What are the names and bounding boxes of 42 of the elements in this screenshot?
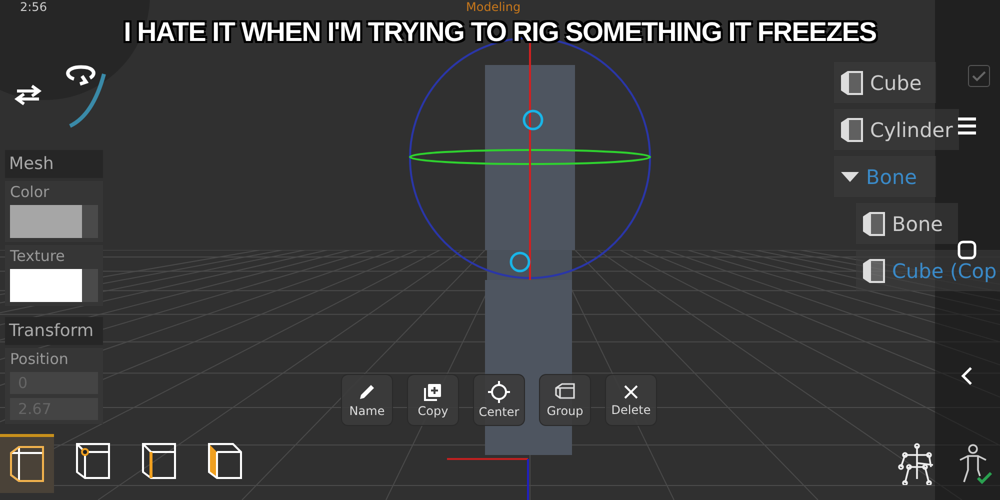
- cube-icon: [7, 445, 47, 485]
- joint-handle[interactable]: [522, 110, 544, 130]
- crosshair-icon: [488, 381, 510, 403]
- section-header: Mesh: [5, 150, 103, 178]
- cube-icon: [862, 258, 886, 284]
- section-header: Transform: [5, 317, 103, 345]
- action-button[interactable]: Center: [473, 374, 525, 426]
- cube-icon: [840, 116, 864, 142]
- box-icon: [554, 382, 576, 402]
- copy-icon: [423, 382, 443, 402]
- outline-item[interactable]: Cylinder: [834, 109, 959, 150]
- property-label: Color: [10, 183, 50, 201]
- close-icon: [622, 383, 640, 401]
- swap-icon[interactable]: [13, 84, 43, 106]
- action-button[interactable]: Delete: [605, 374, 657, 426]
- select-mode-button[interactable]: [0, 434, 54, 493]
- action-button[interactable]: Copy: [407, 374, 459, 426]
- back-icon[interactable]: [961, 366, 973, 386]
- cube-icon: [840, 70, 864, 96]
- check-icon: [971, 70, 987, 82]
- square-icon[interactable]: [957, 240, 977, 260]
- cube-edge-icon: [139, 442, 179, 482]
- property-label: Texture: [10, 247, 66, 265]
- rotate-icon[interactable]: [64, 64, 98, 86]
- cube-icon: [862, 210, 886, 236]
- outline-item[interactable]: Bone: [856, 203, 958, 244]
- menu-icon[interactable]: [957, 117, 977, 135]
- outline-item[interactable]: Cube (Cop: [856, 250, 1000, 291]
- texture-swatch[interactable]: [10, 269, 98, 302]
- expand-triangle-icon[interactable]: [840, 170, 860, 182]
- visibility-checkbox[interactable]: [968, 65, 990, 87]
- mode-title: Modeling: [466, 0, 521, 14]
- cube-vertex-icon: [73, 442, 113, 482]
- color-swatch[interactable]: [10, 205, 98, 238]
- action-button[interactable]: Name: [341, 374, 393, 426]
- cube-face-icon: [205, 442, 245, 482]
- pencil-icon: [357, 382, 377, 402]
- action-button[interactable]: Group: [539, 374, 591, 426]
- property-label: Position: [10, 350, 70, 368]
- status-time: 2:56: [20, 0, 47, 14]
- joint-handle[interactable]: [510, 252, 530, 272]
- outline-item[interactable]: Cube: [834, 62, 936, 103]
